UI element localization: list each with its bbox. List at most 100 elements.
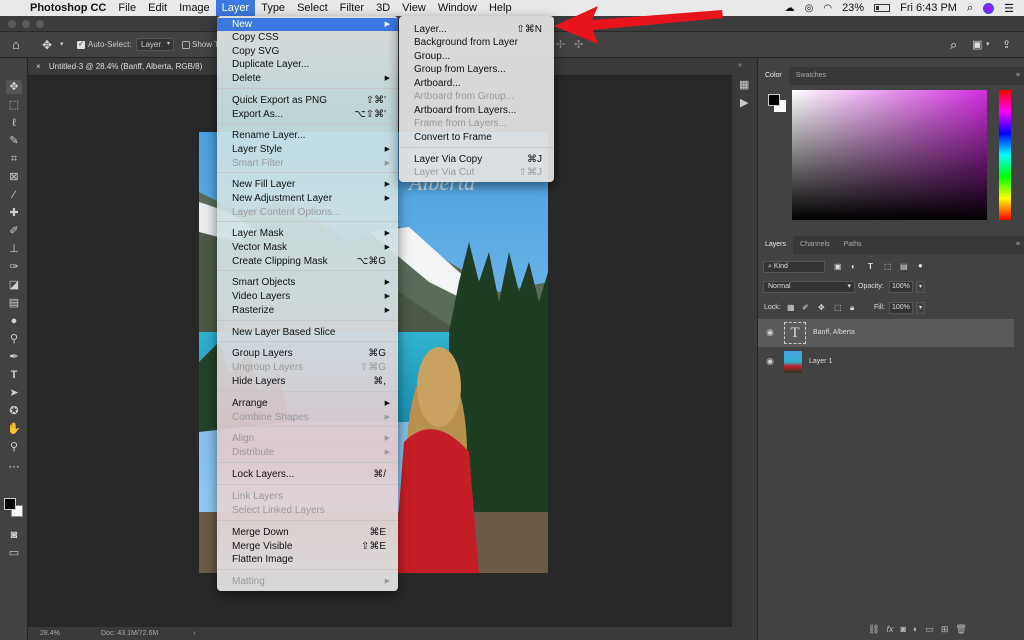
menu-type[interactable]: Type [255,0,291,16]
link-layers-icon[interactable]: ⛓︎ [868,624,879,635]
tab-color[interactable]: Color [758,67,789,85]
history-brush-tool-icon[interactable]: ✑ [6,260,22,274]
layer-menu-layer-mask[interactable]: Layer Mask ▶ [217,227,398,240]
new-menu-layer[interactable]: Layer... ⇧⌘N [399,23,554,36]
quick-select-tool-icon[interactable]: ✎ [6,134,22,148]
layer-menu-merge-down[interactable]: Merge Down ⌘E [217,526,398,539]
move-tool-icon[interactable]: ✥ [42,38,52,52]
hand-tool-icon[interactable]: ✋ [6,422,22,436]
layer-menu-export-as[interactable]: Export As... ⌥⇧⌘' [217,108,398,121]
layer-menu-new-adjustment-layer[interactable]: New Adjustment Layer ▶ [217,192,398,205]
actions-play-icon[interactable]: ▶ [740,96,748,109]
filter-shape-icon[interactable]: ⬚ [884,262,892,271]
layer-menu-rename-layer[interactable]: Rename Layer... [217,129,398,142]
home-icon[interactable]: ⌂ [12,37,20,52]
layer-menu-quick-export-as-png[interactable]: Quick Export as PNG ⇧⌘' [217,94,398,107]
filter-adjustment-icon[interactable]: ◐ [851,262,856,271]
chevron-down-icon[interactable]: ▾ [916,302,925,314]
brush-tool-icon[interactable]: ✐ [6,224,22,238]
eyedropper-tool-icon[interactable]: ⁄ [6,188,22,202]
gradient-tool-icon[interactable]: ▤ [6,296,22,310]
path-selection-tool-icon[interactable]: ➤ [6,386,22,400]
menu-image[interactable]: Image [173,0,216,16]
layer-menu-flatten-image[interactable]: Flatten Image [217,553,398,566]
clock[interactable]: Fri 6:43 PM [900,2,957,14]
layer-menu-hide-layers[interactable]: Hide Layers ⌘, [217,375,398,388]
move-tool-icon[interactable]: ✥ [6,80,22,94]
zoom-level[interactable]: 28.4% [40,627,60,640]
blend-mode-dropdown[interactable]: Normal ▾ [763,281,855,293]
filter-pixel-icon[interactable]: ▣ [834,262,842,271]
siri-icon[interactable] [983,2,995,14]
layer-menu-copy-svg[interactable]: Copy SVG [217,45,398,58]
tab-channels[interactable]: Channels [793,236,837,254]
history-icon[interactable]: ▦ [739,78,749,91]
new-adjustment-icon[interactable]: ◐ [913,624,918,635]
new-menu-background-from-layer[interactable]: Background from Layer [399,36,554,49]
close-icon[interactable]: × [36,62,41,71]
auto-select-checkbox[interactable]: ✓ [77,41,85,49]
new-menu-group-from-layers[interactable]: Group from Layers... [399,63,554,76]
menu-file[interactable]: File [112,0,142,16]
custom-shape-tool-icon[interactable]: ✪ [6,404,22,418]
pen-tool-icon[interactable]: ✒ [6,350,22,364]
layer-menu-group-layers[interactable]: Group Layers ⌘G [217,347,398,360]
layer-menu-arrange[interactable]: Arrange ▶ [217,397,398,410]
doc-size[interactable]: Doc: 43.1M/72.6M [101,627,158,640]
wifi-icon[interactable]: ◠ [823,3,832,14]
extension-icon[interactable]: ◎ [805,3,814,14]
menu-window[interactable]: Window [432,0,483,16]
layer-menu-lock-layers[interactable]: Lock Layers... ⌘/ [217,468,398,481]
spotlight-search-icon[interactable]: ⌕ [967,2,973,15]
show-transform-checkbox[interactable] [182,41,190,49]
minimize-window-button[interactable] [22,20,30,28]
new-menu-convert-to-frame[interactable]: Convert to Frame [399,131,554,144]
more-tools-icon[interactable]: ⋯ [6,460,22,474]
layer-menu-create-clipping-mask[interactable]: Create Clipping Mask ⌥⌘G [217,255,398,268]
menu-view[interactable]: View [396,0,432,16]
layer-menu-merge-visible[interactable]: Merge Visible ⇧⌘E [217,540,398,553]
close-window-button[interactable] [8,20,16,28]
fg-color-chip[interactable] [768,94,780,106]
notification-center-icon[interactable]: ☰ [1004,2,1014,15]
filter-type-icon[interactable]: T [868,262,873,271]
visibility-eye-icon[interactable]: ◉ [764,356,776,368]
healing-brush-tool-icon[interactable]: ✚ [6,206,22,220]
lock-transparent-icon[interactable]: ▦ [787,303,795,312]
chevron-down-icon[interactable]: ▾ [986,40,990,48]
layer-menu-duplicate-layer[interactable]: Duplicate Layer... [217,58,398,71]
chevron-down-icon[interactable]: ▾ [60,40,64,48]
layer-menu-copy-css[interactable]: Copy CSS [217,31,398,44]
add-mask-icon[interactable]: ◙ [900,624,905,635]
layer-row-banff-alberta[interactable]: ◉ T Banff, Alberta [758,319,1014,347]
layer-menu-vector-mask[interactable]: Vector Mask ▶ [217,241,398,254]
eraser-tool-icon[interactable]: ◪ [6,278,22,292]
menu-filter[interactable]: Filter [334,0,370,16]
blur-tool-icon[interactable]: ● [6,314,22,328]
share-icon[interactable]: ⇪ [1002,38,1011,51]
zoom-tool-icon[interactable]: ⚲ [6,440,22,454]
app-menu[interactable]: Photoshop CC [24,0,112,16]
visibility-eye-icon[interactable]: ◉ [764,327,776,339]
new-layer-icon[interactable]: ⊞ [941,624,949,635]
layer-menu-delete[interactable]: Delete ▶ [217,72,398,85]
opacity-input[interactable]: 100% [889,281,913,293]
tab-paths[interactable]: Paths [837,236,869,254]
workspace-icon[interactable]: ▣ [972,38,982,51]
new-menu-group[interactable]: Group... [399,50,554,63]
new-menu-layer-via-copy[interactable]: Layer Via Copy ⌘J [399,153,554,166]
layer-filter-dropdown[interactable]: ⌕ Kind [763,261,825,273]
menu-select[interactable]: Select [291,0,334,16]
new-group-icon[interactable]: ▭ [925,624,934,635]
lock-position-icon[interactable]: ✥ [818,303,825,312]
layer-menu-new[interactable]: New ▶ [217,18,398,31]
chevron-down-icon[interactable]: ▾ [916,281,925,293]
tab-swatches[interactable]: Swatches [789,67,833,85]
color-field[interactable] [792,90,987,220]
screen-mode-icon[interactable]: ▭ [6,546,22,560]
filter-toggle-icon[interactable]: ● [918,261,923,270]
dodge-tool-icon[interactable]: ⚲ [6,332,22,346]
menu-3d[interactable]: 3D [370,0,396,16]
lock-all-icon[interactable]: 🔒︎ [850,303,854,313]
crop-tool-icon[interactable]: ⌗ [6,152,22,166]
